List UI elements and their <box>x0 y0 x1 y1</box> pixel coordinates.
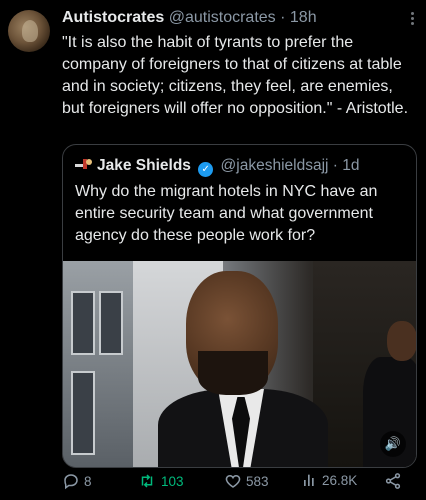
separator: · <box>280 9 286 26</box>
author-name[interactable]: Autistocrates <box>62 9 164 26</box>
like-button[interactable]: 583 <box>224 472 269 490</box>
background-building <box>63 261 133 467</box>
building-window <box>71 291 95 355</box>
retweet-icon <box>141 474 153 488</box>
retweet-count: 103 <box>161 473 184 489</box>
action-bar: 8 103 583 26.8K <box>62 472 412 492</box>
tweet-text: "It is also the habit of tyrants to pref… <box>62 34 409 117</box>
building-window <box>99 291 123 355</box>
reply-count: 8 <box>84 473 92 489</box>
quote-author-icon <box>75 159 92 169</box>
quote-author-name[interactable]: Jake Shields <box>97 157 191 174</box>
verified-icon: ✓ <box>198 162 214 177</box>
reply-icon <box>64 474 78 490</box>
quote-separator: · <box>332 157 338 174</box>
tweet-header: Autistocrates @autistocrates · 18h <box>62 9 317 27</box>
author-handle[interactable]: @autistocrates <box>169 9 276 26</box>
avatar[interactable] <box>8 10 50 52</box>
quote-timestamp[interactable]: 1d <box>342 157 359 174</box>
more-icon[interactable] <box>411 10 414 27</box>
views-count: 26.8K <box>322 472 358 488</box>
quote-header: Jake Shields ✓ @jakeshieldsajj · 1d <box>75 157 360 177</box>
share-icon <box>385 473 401 489</box>
share-button[interactable] <box>384 472 402 490</box>
views-button[interactable]: 26.8K <box>302 472 357 488</box>
like-count: 583 <box>246 473 269 489</box>
sound-icon[interactable]: 🔊 <box>380 431 406 457</box>
quoted-tweet[interactable]: Jake Shields ✓ @jakeshieldsajj · 1d Why … <box>62 144 417 468</box>
quote-text: Why do the migrant hotels in NYC have an… <box>75 183 378 244</box>
like-icon <box>225 474 241 488</box>
quote-author-handle[interactable]: @jakeshieldsajj <box>221 157 329 174</box>
video-subject <box>158 271 328 467</box>
retweet-button[interactable]: 103 <box>137 472 184 490</box>
building-window <box>71 371 95 455</box>
reply-button[interactable]: 8 <box>62 472 92 490</box>
views-icon <box>304 474 314 486</box>
quote-video[interactable]: 🔊 <box>63 261 416 467</box>
timestamp[interactable]: 18h <box>290 9 317 26</box>
